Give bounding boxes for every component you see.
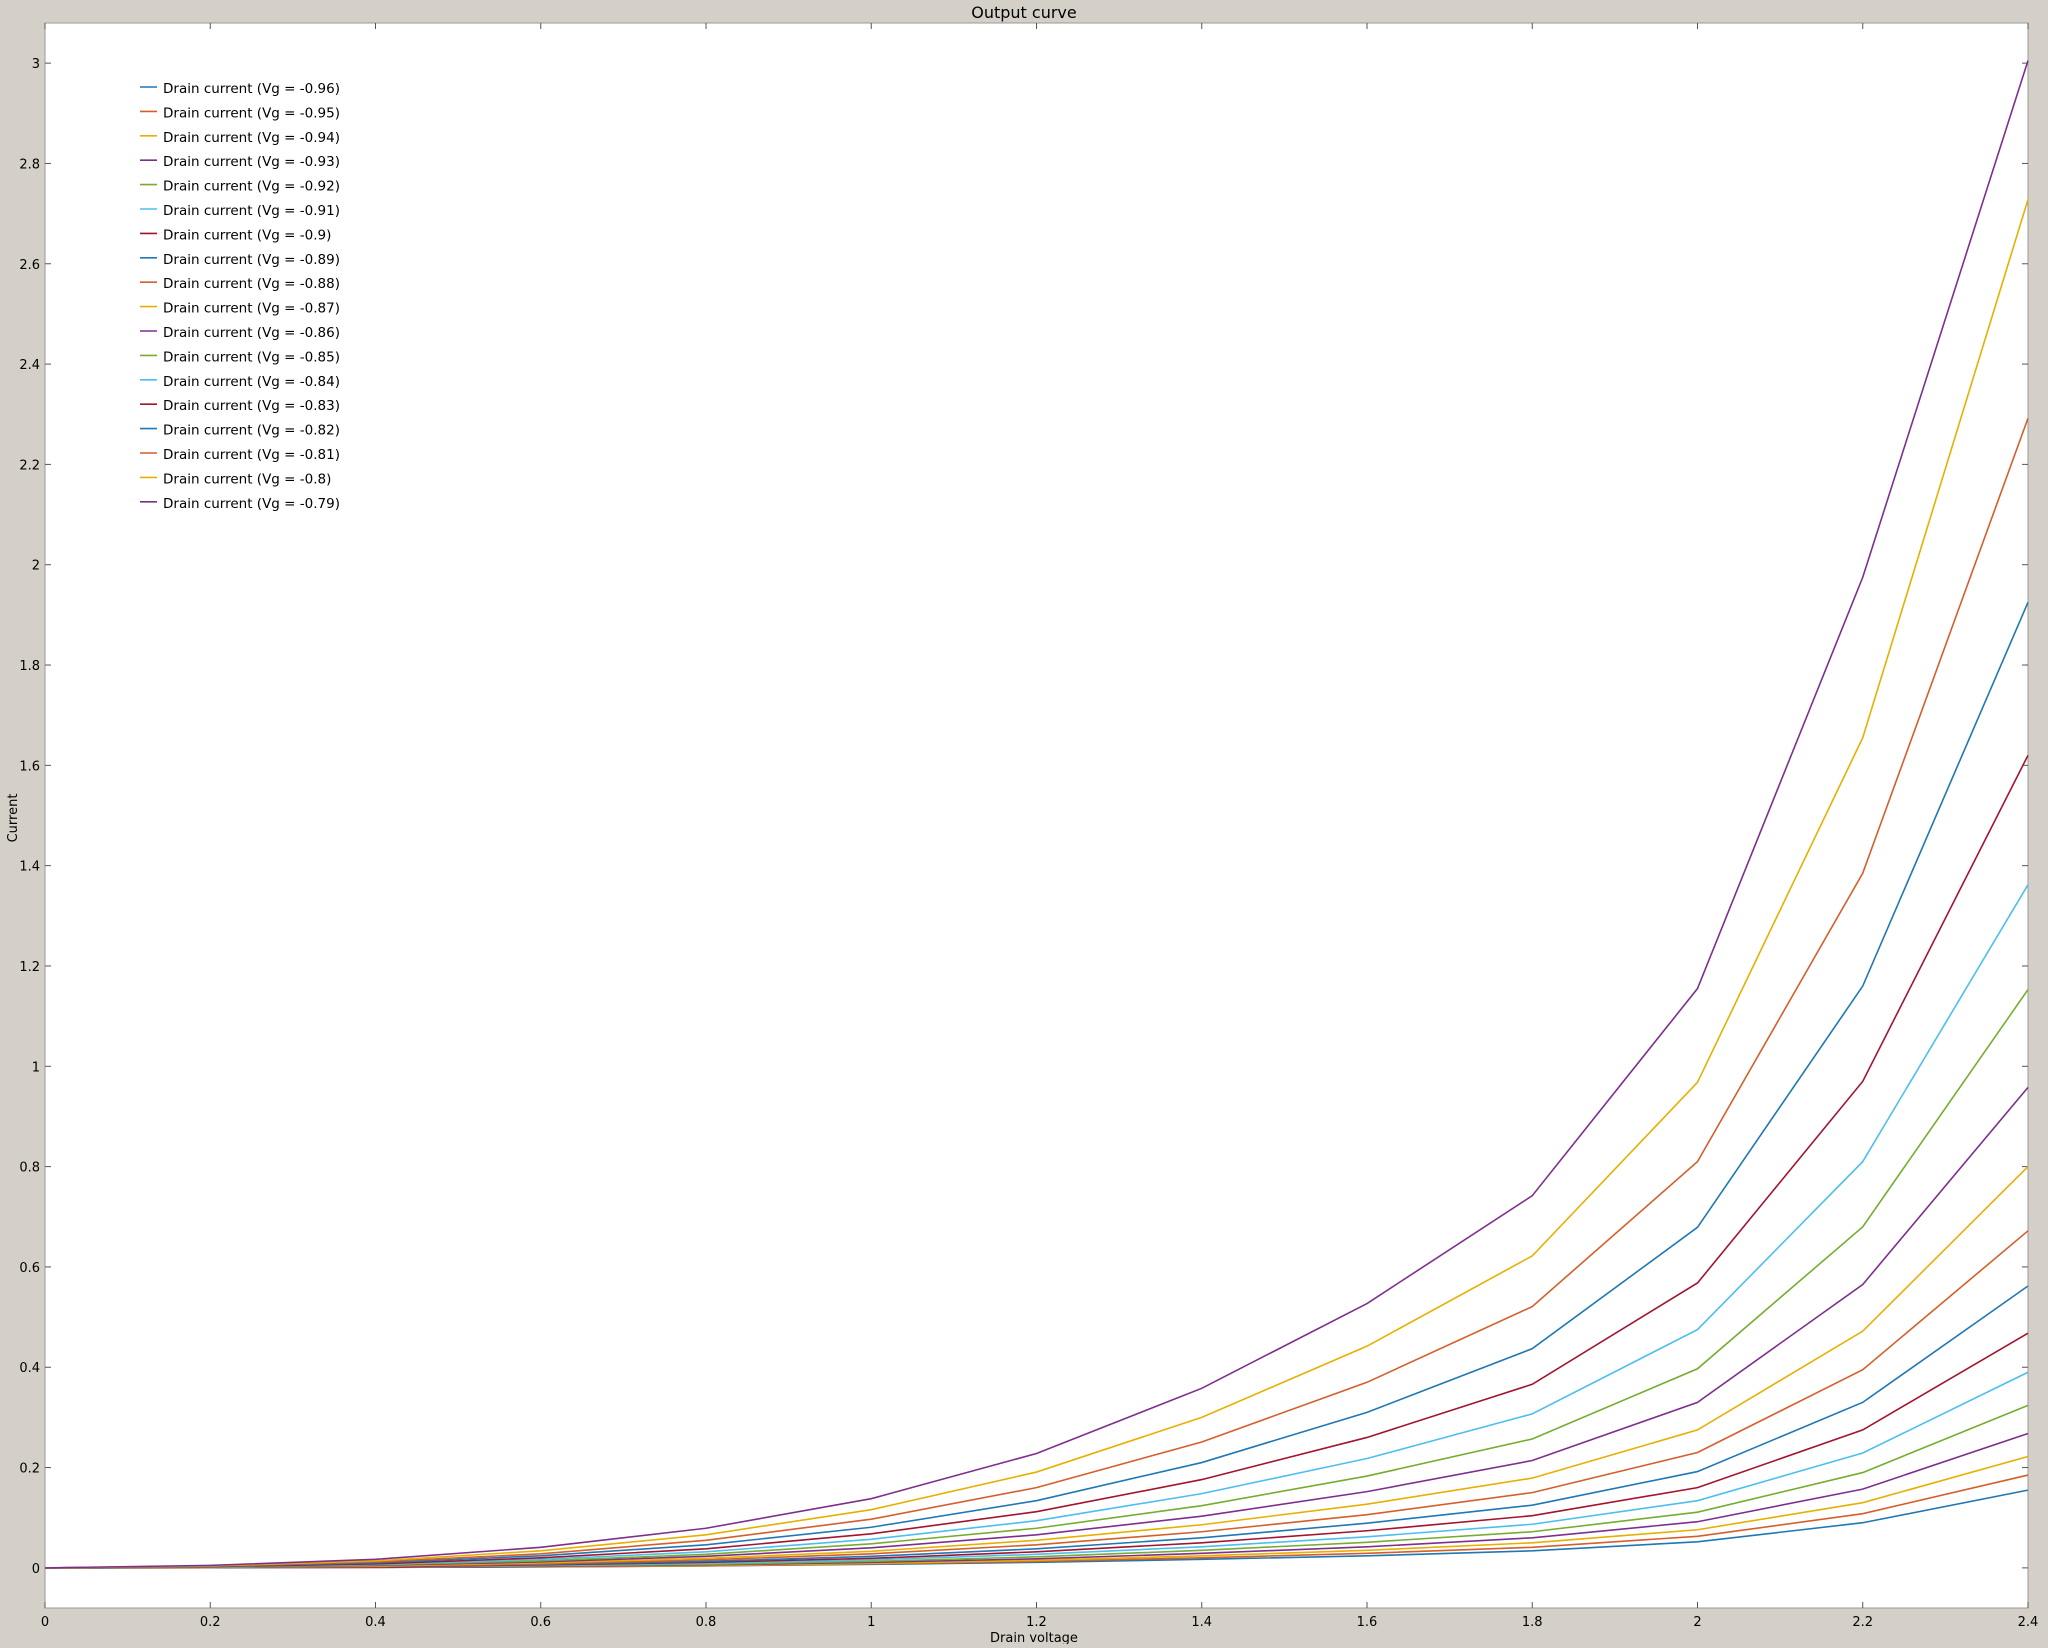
x-tick-label: 0 xyxy=(41,1615,49,1630)
y-tick-label: 2.2 xyxy=(19,458,40,473)
x-tick-label: 0.2 xyxy=(200,1615,221,1630)
x-tick-label: 2 xyxy=(1693,1615,1701,1630)
legend-item[interactable]: Drain current (Vg = -0.87) xyxy=(140,301,340,317)
legend-label: Drain current (Vg = -0.87) xyxy=(163,301,340,317)
y-tick-label: 1.4 xyxy=(19,860,40,875)
legend-item[interactable]: Drain current (Vg = -0.92) xyxy=(140,179,340,195)
chart-canvas: Output curve Drain voltage Current 0 0.2 0… xyxy=(0,0,2048,1646)
y-tick-label: 2 xyxy=(32,559,40,574)
legend-label: Drain current (Vg = -0.88) xyxy=(163,276,340,292)
legend-label: Drain current (Vg = -0.89) xyxy=(163,252,340,268)
x-tick-label: 0.8 xyxy=(696,1615,717,1630)
y-tick-label: 2.8 xyxy=(19,157,40,172)
legend-label: Drain current (Vg = -0.81) xyxy=(163,447,340,463)
y-tick-label: 0 xyxy=(32,1562,40,1577)
y-tick-label: 3 xyxy=(32,57,40,72)
legend-label: Drain current (Vg = -0.9) xyxy=(163,227,331,243)
chart-title: Output curve xyxy=(971,3,1077,22)
legend-item[interactable]: Drain current (Vg = -0.91) xyxy=(140,203,340,219)
y-tick-label: 1 xyxy=(32,1060,40,1075)
x-tick-label: 1.8 xyxy=(1522,1615,1543,1630)
legend-label: Drain current (Vg = -0.85) xyxy=(163,349,340,365)
legend-label: Drain current (Vg = -0.94) xyxy=(163,130,340,146)
legend-item[interactable]: Drain current (Vg = -0.89) xyxy=(140,252,340,268)
legend-label: Drain current (Vg = -0.83) xyxy=(163,398,340,414)
y-tick-label: 1.8 xyxy=(19,659,40,674)
legend-item[interactable]: Drain current (Vg = -0.93) xyxy=(140,154,340,170)
legend-label: Drain current (Vg = -0.86) xyxy=(163,325,340,341)
legend-item[interactable]: Drain current (Vg = -0.95) xyxy=(140,105,340,121)
legend-label: Drain current (Vg = -0.91) xyxy=(163,203,340,219)
x-axis-label: Drain voltage xyxy=(990,1631,1078,1644)
output-curve-chart: Output curve Drain voltage Current 0 0.2 0… xyxy=(0,0,2048,1646)
x-tick-label: 1.4 xyxy=(1191,1615,1212,1630)
x-tick-label: 1.6 xyxy=(1357,1615,1378,1630)
legend-label: Drain current (Vg = -0.93) xyxy=(163,154,340,170)
legend-item[interactable]: Drain current (Vg = -0.79) xyxy=(140,496,340,512)
legend-item[interactable]: Drain current (Vg = -0.81) xyxy=(140,447,340,463)
legend-label: Drain current (Vg = -0.79) xyxy=(163,496,340,512)
y-tick-label: 1.6 xyxy=(19,759,40,774)
x-tick-label: 2.4 xyxy=(2018,1615,2039,1630)
x-tick-label: 1.2 xyxy=(1026,1615,1047,1630)
legend-label: Drain current (Vg = -0.95) xyxy=(163,105,340,121)
y-tick-label: 0.4 xyxy=(19,1361,40,1376)
y-tick-label: 2.4 xyxy=(19,358,40,373)
legend-label: Drain current (Vg = -0.82) xyxy=(163,423,340,439)
y-axis-label: Current xyxy=(6,794,21,843)
y-tick-label: 2.6 xyxy=(19,258,40,273)
y-tick-label: 0.6 xyxy=(19,1261,40,1276)
legend-item[interactable]: Drain current (Vg = -0.8) xyxy=(140,471,331,487)
legend-item[interactable]: Drain current (Vg = -0.9) xyxy=(140,227,331,243)
legend-item[interactable]: Drain current (Vg = -0.83) xyxy=(140,398,340,414)
x-tick-label: 0.4 xyxy=(365,1615,386,1630)
plot-area[interactable] xyxy=(44,22,2029,1609)
legend-label: Drain current (Vg = -0.96) xyxy=(163,81,340,97)
legend-label: Drain current (Vg = -0.92) xyxy=(163,179,340,195)
y-tick-label: 1.2 xyxy=(19,960,40,975)
x-tick-label: 0.6 xyxy=(530,1615,551,1630)
legend-item[interactable]: Drain current (Vg = -0.96) xyxy=(140,81,340,97)
legend-item[interactable]: Drain current (Vg = -0.94) xyxy=(140,130,340,146)
x-tick-label: 1 xyxy=(867,1615,875,1630)
legend-item[interactable]: Drain current (Vg = -0.82) xyxy=(140,423,340,439)
legend-item[interactable]: Drain current (Vg = -0.85) xyxy=(140,349,340,365)
legend-item[interactable]: Drain current (Vg = -0.88) xyxy=(140,276,340,292)
y-tick-label: 0.2 xyxy=(19,1462,40,1477)
x-tick-label: 2.2 xyxy=(1852,1615,1873,1630)
legend-label: Drain current (Vg = -0.8) xyxy=(163,471,331,487)
legend-item[interactable]: Drain current (Vg = -0.84) xyxy=(140,374,340,390)
legend-label: Drain current (Vg = -0.84) xyxy=(163,374,340,390)
legend-item[interactable]: Drain current (Vg = -0.86) xyxy=(140,325,340,341)
y-tick-label: 0.8 xyxy=(19,1161,40,1176)
